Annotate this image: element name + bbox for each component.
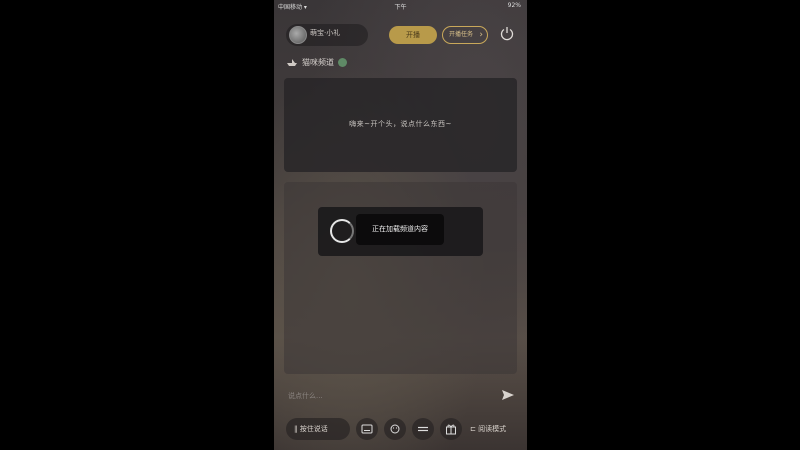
bottom-bar: ‖ 按住说话 ⊏ 阅读模式 [284, 416, 517, 442]
hold-to-talk-button[interactable]: ‖ 按住说话 [286, 418, 350, 440]
keyboard-icon [361, 424, 373, 434]
profile-name: 萌宝·小礼 [310, 29, 341, 37]
read-mode-label: 阅读模式 [478, 425, 507, 433]
message-input[interactable] [284, 386, 490, 406]
profile-pill[interactable]: 萌宝·小礼 [286, 24, 368, 46]
read-mode-icon: ⊏ [470, 425, 479, 433]
keyboard-button[interactable] [356, 418, 378, 440]
hold-to-talk-label: 按住说话 [299, 425, 328, 433]
menu-button[interactable] [412, 418, 434, 440]
menu-icon [418, 426, 428, 432]
gift-icon [446, 424, 456, 435]
chevron-right-icon: › [479, 30, 483, 40]
section-header: 猫咪频道 [286, 54, 347, 70]
prompt-text: 嗨来~开个头，说点什么东西~ [349, 120, 452, 128]
start-live-button[interactable]: 开播 [389, 26, 437, 44]
live-task-label: 开播任务 [449, 31, 474, 38]
live-task-button[interactable]: 开播任务 › [442, 26, 488, 44]
avatar[interactable] [289, 26, 307, 44]
loading-toast: 正在加载频道内容 [318, 207, 483, 256]
send-icon[interactable] [501, 388, 515, 402]
boat-icon [287, 58, 297, 66]
read-mode-button[interactable]: ⊏ 阅读模式 [470, 418, 520, 440]
prompt-card[interactable]: 嗨来~开个头，说点什么东西~ [284, 78, 517, 172]
power-icon[interactable] [499, 25, 515, 41]
loading-label: 正在加载频道内容 [356, 214, 444, 245]
section-title: 猫咪频道 [302, 57, 334, 67]
emoji-icon [390, 424, 400, 434]
battery-label: 92% [507, 2, 521, 9]
status-dot-icon [338, 57, 347, 67]
composer [284, 384, 517, 406]
emoji-button[interactable] [384, 418, 406, 440]
phone-screen: 中国移动 ▾ 下午 92% 萌宝·小礼 开播 开播任务 › 猫咪频道 嗨来~开个… [274, 0, 527, 450]
status-time: 下午 [394, 4, 407, 11]
loading-spinner-icon [330, 219, 354, 243]
gift-button[interactable] [440, 418, 462, 440]
status-bar: 中国移动 ▾ 下午 92% [274, 0, 527, 12]
top-bar: 萌宝·小礼 开播 开播任务 › [282, 22, 519, 48]
